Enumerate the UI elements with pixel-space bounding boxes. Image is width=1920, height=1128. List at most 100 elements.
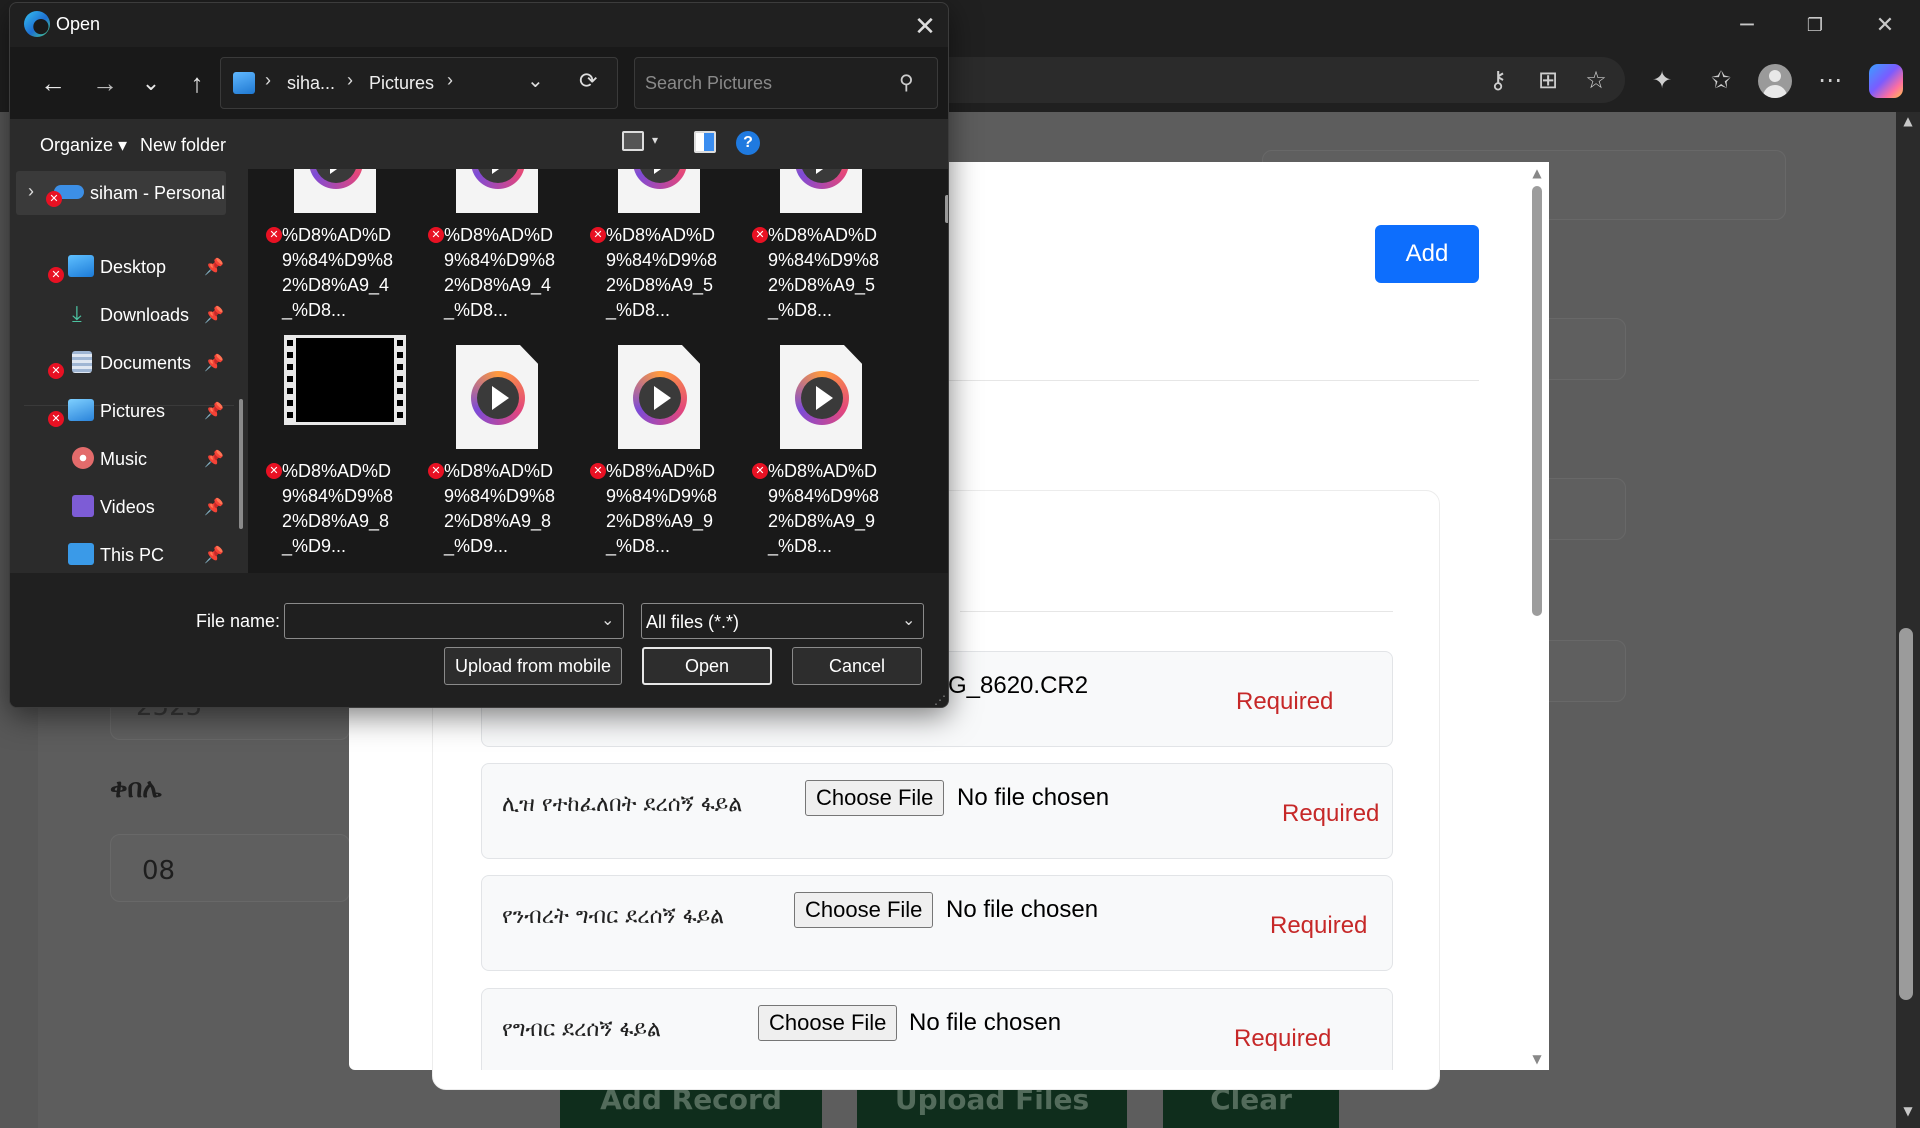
path-segment-user[interactable]: siha... — [287, 73, 335, 94]
file-tile[interactable]: ✕ %D8%AD%D9%84%D9%82%D8%A9_4_%D8... — [258, 169, 408, 339]
error-icon: ✕ — [590, 463, 606, 479]
chevron-down-icon[interactable]: ⌄ — [527, 68, 544, 93]
file-row: የግብር ደረሰኝ ፋይል Choose File No file chosen… — [481, 988, 1393, 1070]
chevron-right-icon: › — [265, 70, 271, 90]
video-file-icon — [456, 169, 538, 213]
file-tile[interactable]: ✕ %D8%AD%D9%84%D9%82%D8%A9_9_%D8... — [744, 345, 894, 573]
add-button[interactable]: Add — [1375, 225, 1479, 283]
sidebar-item-desktop[interactable]: ✕ Desktop 📌 — [18, 245, 228, 289]
view-options-icon[interactable] — [622, 131, 644, 151]
file-list-scrollbar[interactable] — [945, 195, 948, 223]
profile-icon[interactable] — [1758, 64, 1792, 98]
apps-icon[interactable]: ⊞ — [1530, 62, 1566, 98]
download-icon: ⤓ — [72, 301, 82, 326]
sidebar-item-label: Music — [100, 449, 148, 469]
recent-locations-icon[interactable]: ⌄ — [134, 65, 168, 101]
file-tile[interactable]: ✕ %D8%AD%D9%84%D9%82%D8%A9_5_%D8... — [582, 169, 732, 339]
desktop-icon — [68, 255, 94, 277]
organize-menu[interactable]: Organize ▾ — [40, 135, 127, 156]
choose-file-button[interactable]: Choose File — [794, 892, 934, 928]
sidebar-item-music[interactable]: Music 📌 — [18, 437, 228, 481]
search-box[interactable]: ⚲ — [634, 57, 938, 109]
back-icon[interactable]: ← — [36, 65, 70, 101]
video-file-icon — [456, 345, 538, 449]
file-name-field[interactable]: ⌄ — [284, 603, 624, 639]
choose-file-button[interactable]: Choose File — [758, 1005, 898, 1041]
scroll-up-icon[interactable]: ▲ — [1525, 166, 1549, 180]
new-folder-button[interactable]: New folder — [140, 135, 226, 156]
scroll-down-icon[interactable]: ▼ — [1896, 1104, 1920, 1118]
refresh-icon[interactable]: ⟳ — [579, 68, 597, 94]
dialog-titlebar: Open ✕ — [10, 3, 948, 47]
open-button[interactable]: Open — [642, 647, 772, 685]
file-tile[interactable]: ✕ %D8%AD%D9%84%D9%82%D8%A9_5_%D8... — [744, 169, 894, 339]
file-name-label: File name: — [196, 611, 281, 631]
scroll-up-icon[interactable]: ▲ — [1896, 114, 1920, 128]
file-tile[interactable]: ✕ %D8%AD%D9%84%D9%82%D8%A9_8_%D9... — [420, 345, 570, 573]
file-name: %D8%AD%D9%84%D9%82%D8%A9_5_%D8... — [606, 225, 718, 320]
page-scrollbar-thumb[interactable] — [1899, 628, 1913, 1000]
pin-icon[interactable]: 📌 — [204, 257, 224, 277]
error-icon: ✕ — [266, 463, 282, 479]
key-icon[interactable]: ⚷ — [1480, 62, 1516, 98]
error-icon: ✕ — [48, 267, 64, 283]
sidebar-item-this-pc[interactable]: This PC 📌 — [18, 533, 228, 577]
scroll-down-icon[interactable]: ▼ — [1525, 1052, 1549, 1066]
required-label: Required — [1236, 688, 1334, 715]
sidebar-item-onedrive[interactable]: › ✕ siham - Personal — [16, 171, 226, 215]
resize-grip-icon[interactable]: ⋰ — [934, 693, 946, 707]
minimize-button[interactable]: ─ — [1724, 10, 1770, 42]
restore-button[interactable]: ❐ — [1792, 10, 1838, 42]
video-file-icon — [294, 169, 376, 213]
modal-scrollbar-thumb[interactable] — [1532, 186, 1542, 616]
dialog-footer: File name: ⌄ All files (*.*) ⌄ Upload fr… — [10, 573, 948, 707]
pin-icon[interactable]: 📌 — [204, 401, 224, 421]
error-icon: ✕ — [428, 227, 444, 243]
sidebar-item-videos[interactable]: Videos 📌 — [18, 485, 228, 529]
chevron-right-icon: › — [347, 70, 353, 90]
chevron-right-icon: › — [447, 70, 453, 90]
computer-icon — [68, 543, 94, 565]
file-status: G_8620.CR2 — [948, 672, 1089, 699]
more-icon[interactable]: ⋯ — [1812, 62, 1848, 98]
file-type-select[interactable]: All files (*.*) ⌄ — [641, 603, 924, 639]
sidebar-item-label: Pictures — [100, 401, 166, 421]
sidebar-item-pictures[interactable]: ✕ Pictures 📌 — [18, 389, 228, 433]
close-window-button[interactable]: ✕ — [1862, 10, 1908, 42]
chevron-down-icon[interactable]: ⌄ — [902, 610, 915, 630]
forward-icon[interactable]: → — [88, 65, 122, 101]
path-segment-pictures[interactable]: Pictures — [369, 73, 434, 94]
music-icon — [72, 447, 94, 469]
search-input[interactable] — [645, 70, 885, 96]
upload-from-mobile-button[interactable]: Upload from mobile — [444, 647, 622, 685]
file-tile[interactable]: ✕ %D8%AD%D9%84%D9%82%D8%A9_8_%D9... — [258, 335, 408, 573]
file-name: %D8%AD%D9%84%D9%82%D8%A9_9_%D8... — [768, 461, 880, 556]
extensions-icon[interactable]: ✦ — [1644, 62, 1680, 98]
search-icon[interactable]: ⚲ — [899, 70, 914, 95]
chevron-down-icon[interactable]: ▾ — [652, 133, 658, 147]
pin-icon[interactable]: 📌 — [204, 449, 224, 469]
sidebar-scrollbar[interactable] — [239, 399, 243, 529]
star-icon[interactable]: ☆ — [1578, 62, 1614, 98]
pin-icon[interactable]: 📌 — [204, 305, 224, 325]
copilot-icon[interactable] — [1869, 64, 1903, 98]
pin-icon[interactable]: 📌 — [204, 545, 224, 565]
pin-icon[interactable]: 📌 — [204, 353, 224, 373]
pin-icon[interactable]: 📌 — [204, 497, 224, 517]
file-tile[interactable]: ✕ %D8%AD%D9%84%D9%82%D8%A9_9_%D8... — [582, 345, 732, 573]
chevron-down-icon[interactable]: ⌄ — [601, 610, 614, 630]
documents-icon — [72, 351, 92, 373]
close-icon[interactable]: ✕ — [908, 9, 942, 43]
sidebar-item-label: Videos — [100, 497, 155, 517]
preview-pane-icon[interactable] — [694, 131, 716, 153]
file-tile[interactable]: ✕ %D8%AD%D9%84%D9%82%D8%A9_4_%D8... — [420, 169, 570, 339]
help-icon[interactable]: ? — [736, 131, 760, 155]
sidebar-item-documents[interactable]: ✕ Documents 📌 — [18, 341, 228, 385]
choose-file-button[interactable]: Choose File — [805, 780, 945, 816]
sidebar-item-downloads[interactable]: ⤓ Downloads 📌 — [18, 293, 228, 337]
favorites-icon[interactable]: ✩ — [1703, 62, 1739, 98]
path-bar[interactable]: › siha... › Pictures › ⌄ ⟳ — [220, 57, 618, 109]
up-folder-icon[interactable]: ↑ — [180, 65, 214, 101]
cancel-button[interactable]: Cancel — [792, 647, 922, 685]
chevron-right-icon[interactable]: › — [28, 181, 34, 202]
